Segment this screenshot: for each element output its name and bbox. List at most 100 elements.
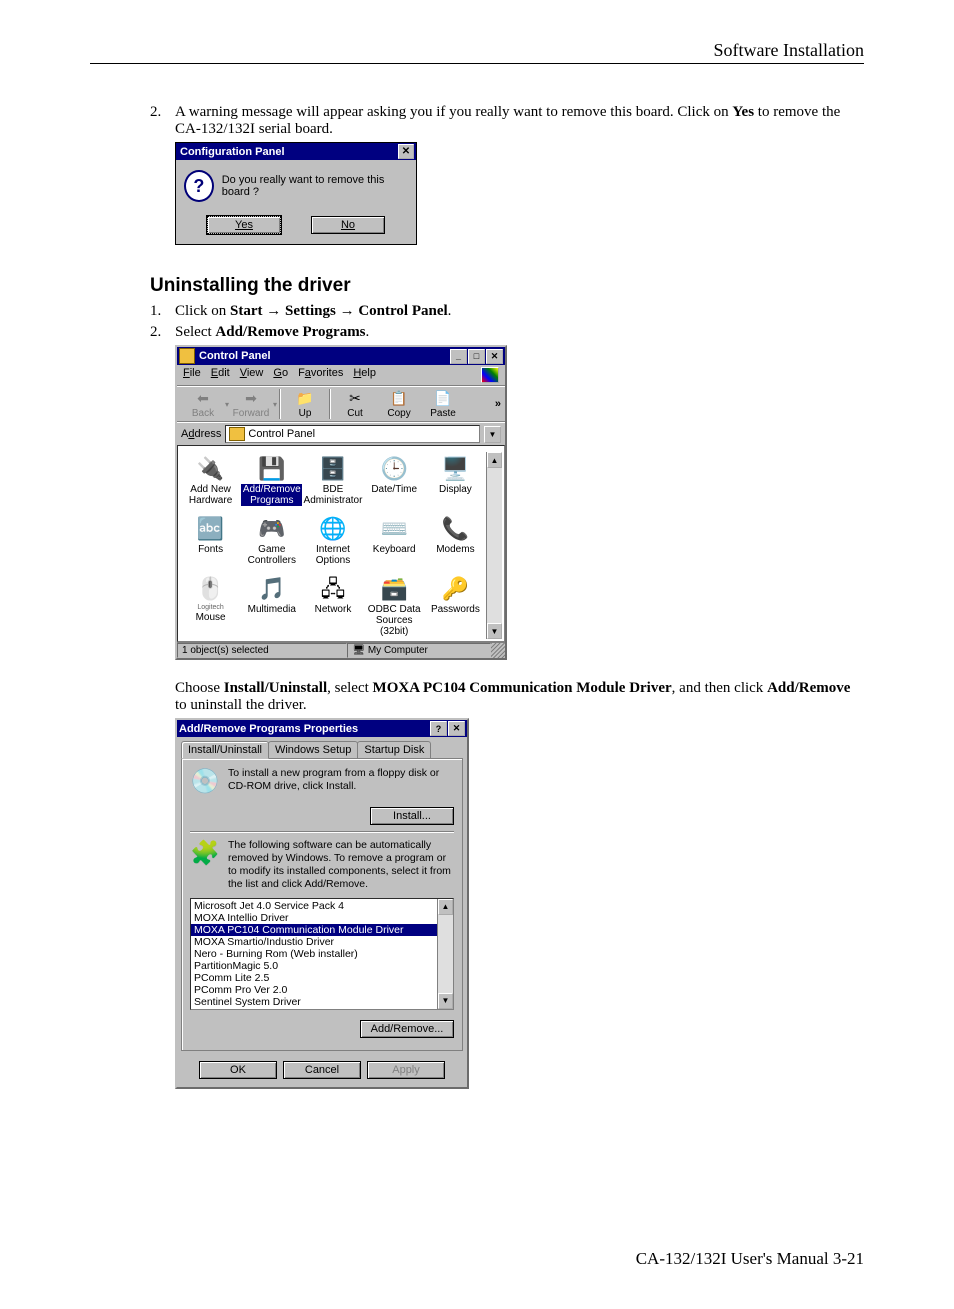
resize-grip-icon[interactable] (491, 643, 505, 658)
dialog-buttons: Yes No (176, 212, 416, 244)
cut-button[interactable]: ✂Cut (333, 390, 377, 419)
cp-item-label: Passwords (431, 604, 480, 615)
cp-item-label: ODBC Data Sources (32bit) (364, 604, 425, 637)
scroll-track[interactable] (438, 915, 453, 993)
yes-button[interactable]: Yes (207, 216, 281, 234)
cp-item[interactable]: 💾Add/Remove Programs (241, 452, 302, 508)
section-heading: Uninstalling the driver (150, 275, 864, 297)
dialog-titlebar[interactable]: Configuration Panel ✕ (176, 143, 416, 160)
step-number: 1. (150, 303, 175, 320)
address-value: Control Panel (248, 428, 315, 440)
minimize-icon[interactable]: _ (450, 349, 467, 364)
separator (329, 389, 331, 419)
cp-item[interactable]: 🎵Multimedia (241, 572, 302, 639)
separator (279, 389, 281, 419)
cp-item[interactable]: ⌨️Keyboard (364, 512, 425, 568)
cp-item[interactable]: 🖧Network (302, 572, 363, 639)
tab-windows-setup[interactable]: Windows Setup (268, 741, 358, 758)
scroll-up-icon[interactable]: ▲ (438, 899, 453, 915)
scroll-down-icon[interactable]: ▼ (438, 993, 453, 1009)
dialog-titlebar[interactable]: Add/Remove Programs Properties ? ✕ (177, 720, 467, 737)
scroll-track[interactable] (487, 468, 502, 623)
menu-view[interactable]: View (240, 367, 264, 383)
add-remove-button[interactable]: Add/Remove... (360, 1020, 454, 1038)
cp-item-icon: 🎵 (257, 574, 287, 604)
toolbar-overflow[interactable]: » (495, 398, 501, 410)
scroll-down-icon[interactable]: ▼ (487, 623, 502, 639)
configuration-panel-dialog: Configuration Panel ✕ ? Do you really wa… (175, 142, 417, 245)
program-row[interactable]: Sentinel System Driver (191, 996, 437, 1008)
maximize-icon[interactable]: □ (468, 349, 485, 364)
program-row[interactable]: PartitionMagic 5.0 (191, 960, 437, 972)
program-row[interactable]: Microsoft Jet 4.0 Service Pack 4 (191, 900, 437, 912)
paste-icon: 📄 (433, 390, 453, 408)
cp-item[interactable]: 🔑Passwords (425, 572, 486, 639)
close-icon[interactable]: ✕ (486, 349, 503, 364)
install-icon: 💿 (190, 767, 220, 797)
cp-item[interactable]: 📞Modems (425, 512, 486, 568)
program-row[interactable]: MOXA PC104 Communication Module Driver (191, 924, 437, 936)
cp-item[interactable]: 🔌Add New Hardware (180, 452, 241, 508)
forward-button[interactable]: ➡Forward (229, 390, 273, 419)
cp-item[interactable]: 🔤Fonts (180, 512, 241, 568)
close-icon[interactable]: ✕ (398, 144, 414, 159)
no-button[interactable]: No (311, 216, 385, 234)
cp-item[interactable]: 🕒Date/Time (364, 452, 425, 508)
step-number: 2. (150, 104, 175, 138)
cp-item[interactable]: 🎮Game Controllers (241, 512, 302, 568)
program-list[interactable]: Microsoft Jet 4.0 Service Pack 4MOXA Int… (190, 898, 454, 1010)
help-icon[interactable]: ? (430, 721, 447, 736)
ok-button[interactable]: OK (199, 1061, 277, 1079)
cp-item-label: Multimedia (248, 604, 296, 615)
menu-help[interactable]: Help (353, 367, 376, 383)
cp-item-label: BDE Administrator (302, 484, 363, 506)
cp-item-icon: 🖧 (318, 574, 348, 604)
menu-favorites[interactable]: Favorites (298, 367, 343, 383)
separator (190, 831, 454, 833)
scrollbar[interactable]: ▲ ▼ (437, 899, 453, 1009)
install-text: To install a new program from a floppy d… (228, 767, 454, 797)
throbber-icon (481, 367, 499, 383)
program-row[interactable]: MOXA Intellio Driver (191, 912, 437, 924)
cp-item[interactable]: 🖱️LogitechMouse (180, 572, 241, 639)
up-button[interactable]: 📁Up (283, 390, 327, 419)
program-row[interactable]: Nero - Burning Rom (Web installer) (191, 948, 437, 960)
cp-item-icon: 🌐 (318, 514, 348, 544)
program-row[interactable]: PComm Pro Ver 2.0 (191, 984, 437, 996)
cancel-button[interactable]: Cancel (283, 1061, 361, 1079)
cp-item-icon: 🔤 (196, 514, 226, 544)
address-dropdown-icon[interactable]: ▼ (484, 426, 501, 443)
back-button[interactable]: ⬅Back (181, 390, 225, 419)
menu-edit[interactable]: Edit (211, 367, 230, 383)
close-icon[interactable]: ✕ (448, 721, 465, 736)
cp-item[interactable]: 🌐Internet Options (302, 512, 363, 568)
copy-button[interactable]: 📋Copy (377, 390, 421, 419)
address-input[interactable]: Control Panel (225, 425, 480, 443)
cp-item[interactable]: 🗄️BDE Administrator (302, 452, 363, 508)
menu-file[interactable]: File (183, 367, 201, 383)
program-row[interactable]: PComm Lite 2.5 (191, 972, 437, 984)
dialog-title: Add/Remove Programs Properties (179, 723, 429, 735)
window-title: Control Panel (197, 350, 449, 362)
cp-item-icon: 💾 (257, 454, 287, 484)
cp-item-icon: 🔌 (196, 454, 226, 484)
scroll-up-icon[interactable]: ▲ (487, 452, 502, 468)
menu-go[interactable]: Go (273, 367, 288, 383)
menu-bar: File Edit View Go Favorites Help (177, 365, 505, 386)
dialog-body: ? Do you really want to remove this boar… (176, 160, 416, 212)
paste-button[interactable]: 📄Paste (421, 390, 465, 419)
cp-item[interactable]: 🗃️ODBC Data Sources (32bit) (364, 572, 425, 639)
address-label: Address (181, 428, 221, 440)
window-titlebar[interactable]: Control Panel _ □ ✕ (177, 347, 505, 365)
cp-item[interactable]: 🖥️Display (425, 452, 486, 508)
apply-button[interactable]: Apply (367, 1061, 445, 1079)
tab-install-uninstall[interactable]: Install/Uninstall (181, 741, 269, 759)
address-bar: Address Control Panel ▼ (177, 422, 505, 445)
tab-startup-disk[interactable]: Startup Disk (357, 741, 431, 758)
header-title: Software Installation (90, 40, 864, 61)
program-row[interactable]: MOXA Smartio/Industio Driver (191, 936, 437, 948)
install-button[interactable]: Install... (370, 807, 454, 825)
install-info: 💿 To install a new program from a floppy… (190, 767, 454, 797)
scrollbar[interactable]: ▲ ▼ (486, 452, 502, 639)
cp-item-icon: ⌨️ (379, 514, 409, 544)
